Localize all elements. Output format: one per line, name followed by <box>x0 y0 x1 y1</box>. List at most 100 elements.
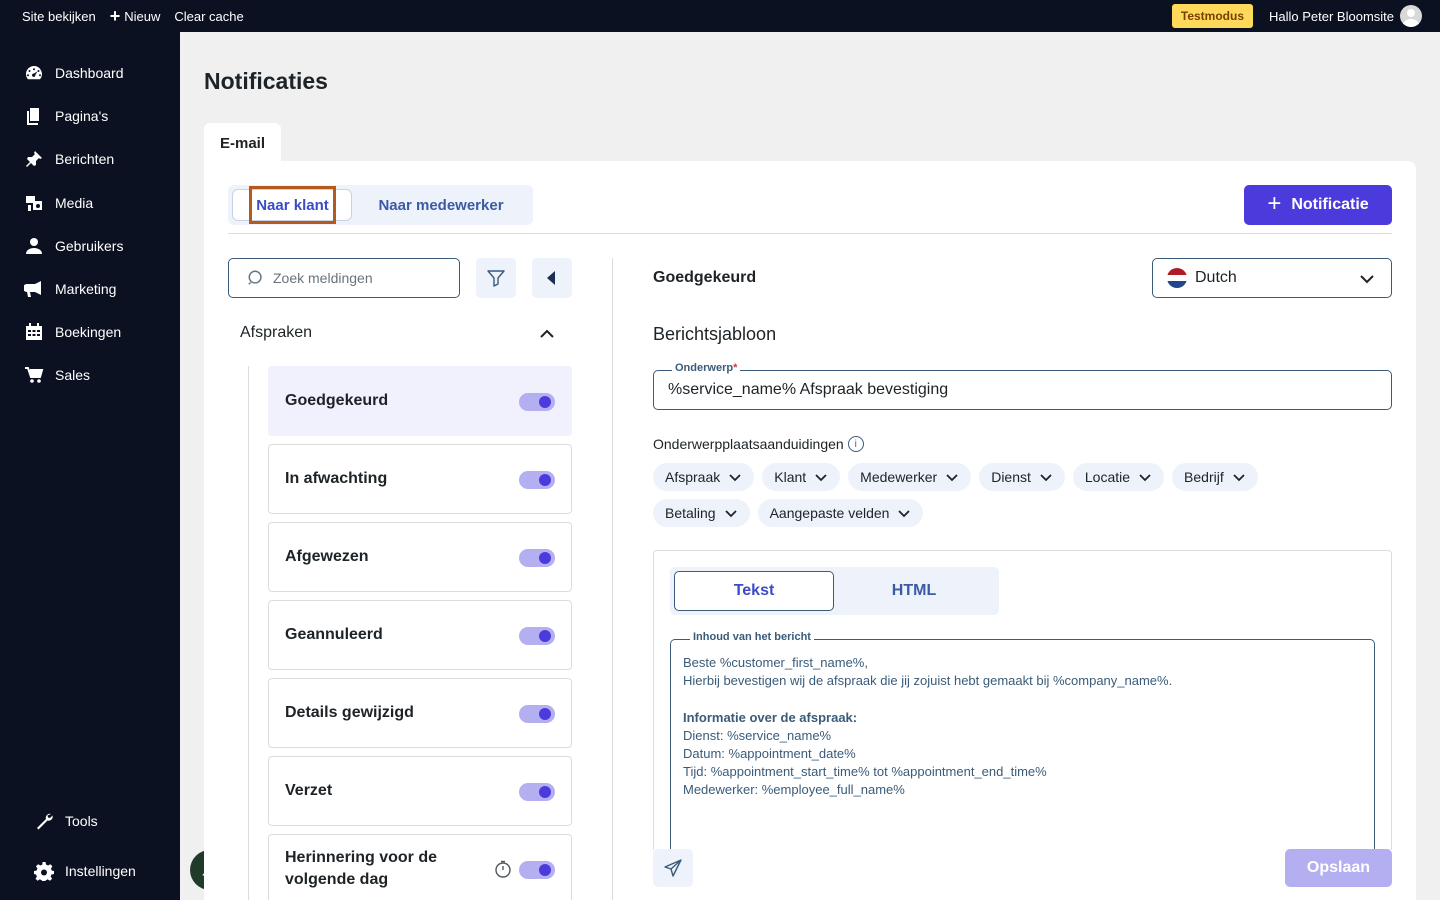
sidebar-item-marketing[interactable]: Marketing <box>24 274 116 304</box>
search-placeholder: Zoek meldingen <box>273 270 373 286</box>
dashboard-icon <box>24 63 44 83</box>
language-value: Dutch <box>1195 269 1237 286</box>
chevron-down-icon <box>946 474 958 482</box>
body-label: Inhoud van het bericht <box>690 631 814 643</box>
enable-toggle[interactable] <box>519 861 555 879</box>
clear-cache-link[interactable]: Clear cache <box>167 0 250 32</box>
sidebar-item-pages[interactable]: Pagina's <box>24 101 108 131</box>
placeholder-chip[interactable]: Betaling <box>653 499 750 527</box>
chip-label: Medewerker <box>860 469 938 485</box>
sidebar-item-sales[interactable]: Sales <box>24 360 90 390</box>
enable-toggle[interactable] <box>519 705 555 723</box>
chip-label: Klant <box>774 469 807 485</box>
gear-icon <box>34 861 54 881</box>
tab-customer[interactable]: Naar klant <box>249 186 336 224</box>
tab-email[interactable]: E-mail <box>204 123 281 163</box>
sidebar-item-tools[interactable]: Tools <box>34 806 98 836</box>
tab-html[interactable]: HTML <box>834 571 994 611</box>
test-mode-badge[interactable]: Testmodus <box>1171 4 1253 28</box>
admin-sidebar: Dashboard Pagina's Berichten Media Gebru… <box>0 32 180 900</box>
chip-label: Aangepaste velden <box>769 505 890 521</box>
body-line: Datum: %appointment_date% <box>683 746 856 762</box>
body-line: Dienst: %service_name% <box>683 727 832 743</box>
chevron-up-icon[interactable] <box>539 326 555 342</box>
notification-panel: Naar klant Naar medewerker + Notificatie… <box>204 161 1416 900</box>
list-item[interactable]: Goedgekeurd <box>268 366 572 436</box>
chevron-down-icon <box>815 474 827 482</box>
chevron-down-icon <box>1360 275 1374 284</box>
send-test-button[interactable] <box>653 849 693 887</box>
language-select[interactable]: Dutch <box>1152 258 1392 298</box>
subject-field[interactable]: %service_name% Afspraak bevestiging <box>653 370 1392 410</box>
placeholder-chip[interactable]: Aangepaste velden <box>757 499 924 527</box>
list-item[interactable]: Geannuleerd <box>268 600 572 670</box>
send-icon <box>664 859 682 877</box>
search-input[interactable]: Zoek meldingen <box>228 258 460 298</box>
chevron-down-icon <box>1040 474 1052 482</box>
placeholders-label-text: Onderwerpplaatsaanduidingen <box>653 436 844 452</box>
chevron-down-icon <box>729 474 741 482</box>
enable-toggle[interactable] <box>519 783 555 801</box>
sidebar-item-label: Tools <box>65 813 98 829</box>
chip-label: Afspraak <box>665 469 721 485</box>
tab-employee[interactable]: Naar medewerker <box>356 189 526 221</box>
add-notification-label: Notificatie <box>1291 196 1369 213</box>
recipient-tabs: Naar klant Naar medewerker <box>228 185 533 225</box>
placeholder-chip[interactable]: Medewerker <box>848 463 972 491</box>
body-line: Hierbij bevestigen wij de afspraak die j… <box>683 673 1173 689</box>
sidebar-item-bookings[interactable]: Boekingen <box>24 317 121 347</box>
chevron-down-icon <box>1139 474 1151 482</box>
view-site-link[interactable]: Site bekijken <box>0 0 103 32</box>
chip-label: Betaling <box>665 505 716 521</box>
plus-icon: + <box>1267 190 1282 217</box>
megaphone-icon <box>24 279 44 299</box>
list-item[interactable]: Herinnering voor de volgende dag <box>268 834 572 900</box>
enable-toggle[interactable] <box>519 471 555 489</box>
sidebar-item-users[interactable]: Gebruikers <box>24 231 123 261</box>
enable-toggle[interactable] <box>519 627 555 645</box>
enable-toggle[interactable] <box>519 549 555 567</box>
list-item[interactable]: Verzet <box>268 756 572 826</box>
sidebar-item-label: Media <box>55 195 94 211</box>
list-item[interactable]: Afgewezen <box>268 522 572 592</box>
placeholder-chip[interactable]: Klant <box>762 463 841 491</box>
enable-toggle[interactable] <box>519 393 555 411</box>
group-title[interactable]: Afspraken <box>240 324 312 342</box>
page-title: Notificaties <box>204 68 328 94</box>
media-icon <box>24 193 44 213</box>
user-greeting[interactable]: Hallo Peter Bloomsite <box>1269 9 1394 24</box>
avatar[interactable] <box>1400 5 1422 27</box>
new-menu[interactable]: + Nieuw <box>103 0 168 32</box>
plus-icon: + <box>109 6 121 26</box>
subject-label-text: Onderwerp <box>675 362 734 374</box>
pin-icon <box>24 149 44 169</box>
caret-left-icon <box>547 271 555 285</box>
sidebar-item-label: Berichten <box>55 151 115 167</box>
subject-label: Onderwerp* <box>672 362 741 374</box>
list-item[interactable]: Details gewijzigd <box>268 678 572 748</box>
message-body-textarea[interactable]: Beste %customer_first_name%, Hierbij bev… <box>670 639 1375 859</box>
tab-text[interactable]: Tekst <box>674 571 834 611</box>
filter-button[interactable] <box>476 258 516 298</box>
placeholder-chip[interactable]: Dienst <box>979 463 1065 491</box>
search-icon <box>248 270 262 285</box>
body-line: Medewerker: %employee_full_name% <box>683 782 905 798</box>
timer-icon <box>495 860 511 878</box>
save-button[interactable]: Opslaan <box>1285 849 1392 887</box>
placeholder-chip[interactable]: Afspraak <box>653 463 755 491</box>
list-item[interactable]: In afwachting <box>268 444 572 514</box>
info-icon[interactable]: i <box>847 436 864 452</box>
message-editor: Tekst HTML Beste %customer_first_name%, … <box>653 550 1392 859</box>
placeholder-chip[interactable]: Bedrijf <box>1172 463 1258 491</box>
collapse-list-button[interactable] <box>532 258 572 298</box>
chip-label: Locatie <box>1084 469 1131 485</box>
sidebar-item-media[interactable]: Media <box>24 188 93 218</box>
body-line: Beste %customer_first_name%, <box>683 655 868 670</box>
sidebar-item-settings[interactable]: Instellingen <box>34 856 136 886</box>
admin-topbar: Site bekijken + Nieuw Clear cache Testmo… <box>0 0 1440 32</box>
sidebar-item-posts[interactable]: Berichten <box>24 144 114 174</box>
add-notification-button[interactable]: + Notificatie <box>1244 185 1392 225</box>
cart-icon <box>24 365 44 385</box>
placeholder-chip[interactable]: Locatie <box>1072 463 1165 491</box>
sidebar-item-dashboard[interactable]: Dashboard <box>24 58 124 88</box>
